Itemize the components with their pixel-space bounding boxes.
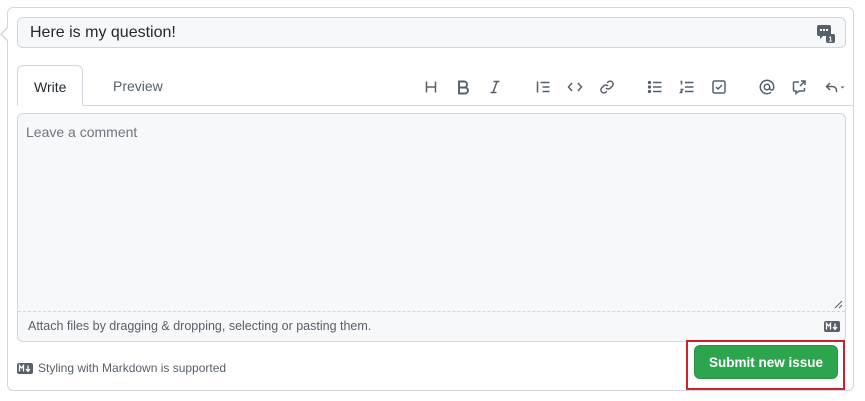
editor-tabs: Write Preview (17, 65, 854, 106)
speech-caret-fill (2, 27, 9, 41)
saved-replies-icon[interactable]: 1 (815, 22, 837, 44)
comment-editor: Attach files by dragging & dropping, sel… (17, 113, 846, 342)
issue-title-field-wrapper: 1 (17, 17, 846, 48)
resize-grip-icon[interactable] (833, 299, 843, 309)
markdown-icon (17, 362, 33, 374)
issue-title-input[interactable] (18, 18, 820, 47)
quote-icon[interactable] (532, 76, 554, 98)
code-icon[interactable] (564, 76, 586, 98)
heading-icon[interactable] (420, 76, 442, 98)
reply-icon[interactable] (820, 76, 850, 98)
cross-reference-icon[interactable] (788, 76, 810, 98)
task-list-icon[interactable] (708, 76, 730, 98)
svg-text:1: 1 (829, 37, 833, 44)
markdown-supported-note[interactable]: Styling with Markdown is supported (17, 361, 226, 375)
attach-files-bar[interactable]: Attach files by dragging & dropping, sel… (18, 311, 845, 341)
comment-textarea[interactable] (18, 114, 845, 312)
markdown-note-text: Styling with Markdown is supported (38, 361, 227, 375)
tab-write[interactable]: Write (17, 65, 84, 106)
markdown-icon (824, 321, 840, 332)
mention-icon[interactable] (756, 76, 778, 98)
italic-icon[interactable] (484, 76, 506, 98)
tab-preview[interactable]: Preview (97, 65, 179, 105)
unordered-list-icon[interactable] (644, 76, 666, 98)
submit-new-issue-button[interactable]: Submit new issue (694, 345, 838, 379)
new-issue-form: 1 Write Preview (0, 7, 854, 391)
bold-icon[interactable] (452, 76, 474, 98)
ordered-list-icon[interactable] (676, 76, 698, 98)
attach-files-text: Attach files by dragging & dropping, sel… (28, 319, 372, 333)
link-icon[interactable] (596, 76, 618, 98)
